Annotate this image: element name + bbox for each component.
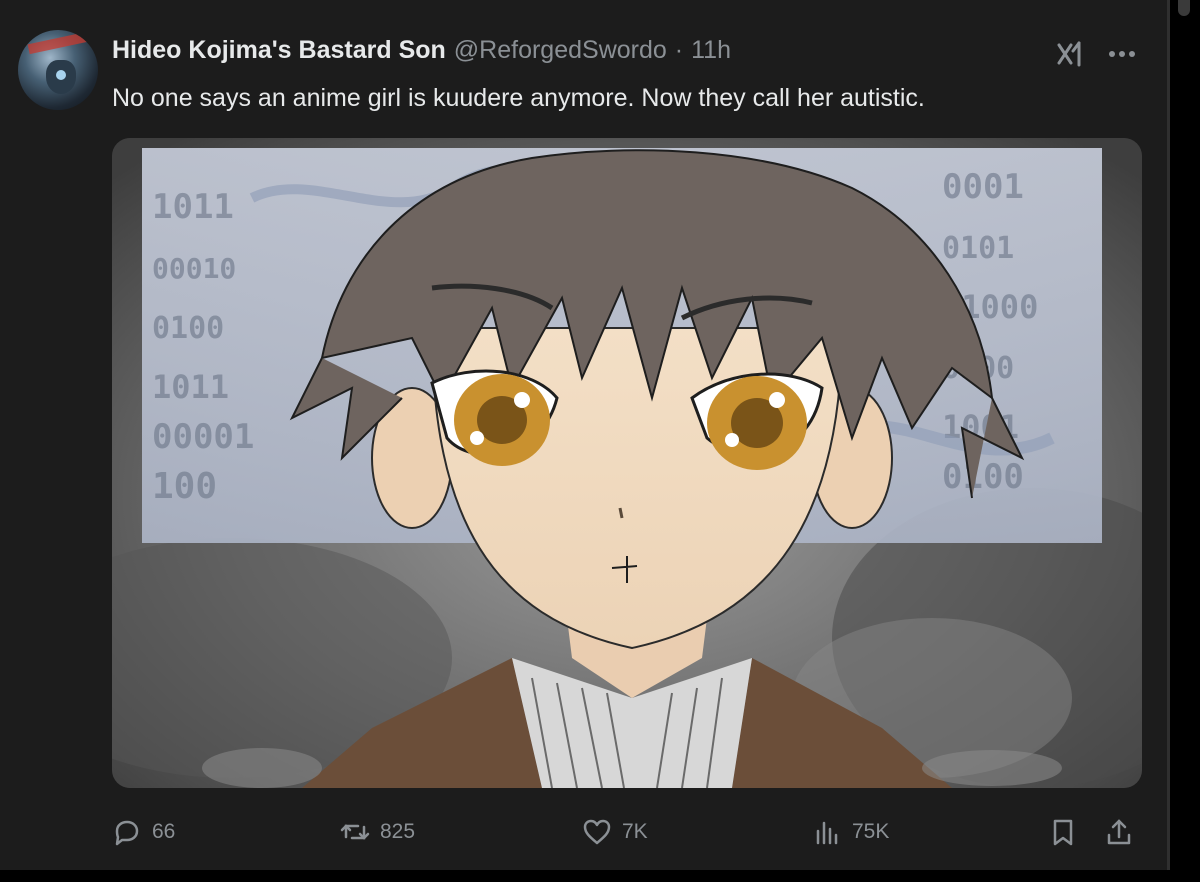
svg-text:0001: 0001: [942, 167, 1024, 207]
svg-text:0101: 0101: [942, 231, 1014, 266]
tweet-actions-bar: 66 825 7K 75K: [112, 812, 1142, 852]
share-icon: [1107, 819, 1131, 845]
like-button[interactable]: 7K: [582, 812, 648, 852]
like-count: 7K: [622, 820, 648, 843]
views-icon: [816, 821, 838, 845]
separator-dot: ·: [674, 36, 684, 64]
share-button[interactable]: [1104, 812, 1134, 852]
anime-drawing: 1011 00010 0100 1011 00001 100 0001 0101…: [112, 138, 1142, 788]
views-count: 75K: [852, 820, 890, 843]
bookmark-button[interactable]: [1048, 812, 1078, 852]
avatar[interactable]: [18, 30, 98, 110]
user-handle[interactable]: @ReforgedSwordo: [454, 36, 667, 65]
bookmark-icon: [1053, 819, 1073, 846]
more-icon: [1109, 51, 1135, 57]
svg-text:0100: 0100: [942, 457, 1024, 497]
grok-icon: [1057, 41, 1081, 67]
views-button[interactable]: 75K: [812, 812, 889, 852]
grok-button[interactable]: [1052, 36, 1088, 72]
retweet-button[interactable]: 825: [340, 812, 415, 852]
scrollbar-track[interactable]: [1172, 0, 1200, 882]
svg-text:00010: 00010: [152, 252, 236, 285]
heart-icon: [583, 819, 611, 845]
reply-count: 66: [152, 820, 176, 843]
tweet-card[interactable]: Hideo Kojima's Bastard Son @ReforgedSwor…: [0, 0, 1170, 870]
tweet-media-image[interactable]: 1011 00010 0100 1011 00001 100 0001 0101…: [112, 138, 1142, 788]
retweet-icon: [340, 824, 370, 840]
retweet-count: 825: [380, 820, 416, 843]
svg-text:0100: 0100: [152, 311, 224, 346]
tweet-text: No one says an anime girl is kuudere any…: [112, 84, 925, 112]
timestamp[interactable]: 11h: [691, 36, 731, 65]
scrollbar-thumb[interactable]: [1178, 0, 1190, 16]
svg-text:00001: 00001: [152, 417, 254, 457]
display-name[interactable]: Hideo Kojima's Bastard Son: [112, 36, 446, 65]
svg-text:1011: 1011: [152, 368, 229, 406]
svg-text:1011: 1011: [152, 187, 234, 227]
reply-icon: [115, 820, 139, 846]
tweet-header: Hideo Kojima's Bastard Son @ReforgedSwor…: [112, 36, 731, 65]
reply-button[interactable]: 66: [112, 812, 175, 852]
svg-text:100: 100: [152, 466, 217, 507]
more-options-button[interactable]: [1104, 36, 1140, 72]
